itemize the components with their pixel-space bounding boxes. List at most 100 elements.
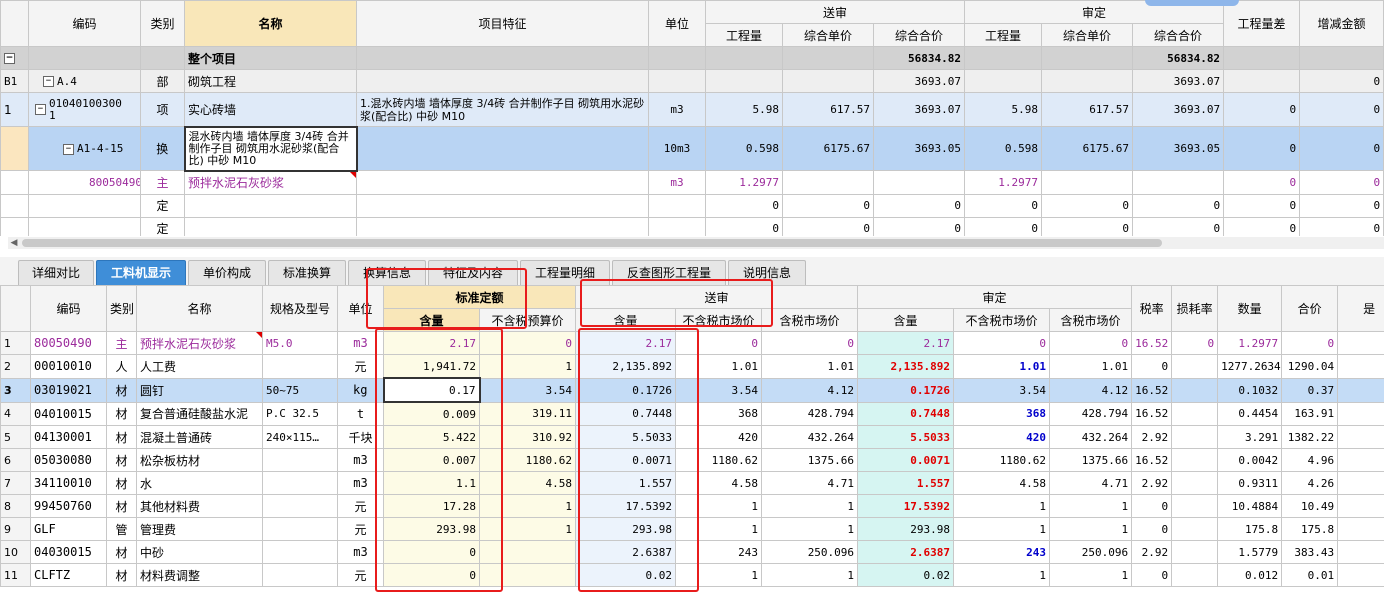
cell-send-ex-tax[interactable]: 368 — [675, 401, 763, 426]
cell-extra[interactable] — [1337, 354, 1384, 379]
cell-send-content[interactable]: 293.98 — [575, 517, 677, 541]
cell-amount-diff[interactable]: 0 — [1299, 92, 1384, 127]
cell-unit[interactable]: t — [337, 401, 384, 426]
cell-total[interactable]: 4.96 — [1281, 448, 1339, 472]
cell-unit[interactable]: 10m3 — [648, 126, 706, 171]
cell-send-content[interactable]: 2,135.892 — [575, 354, 677, 379]
cell-name[interactable]: 管理费 — [136, 517, 263, 541]
table-row[interactable]: 定 0 0 0 0 0 0 0 0 — [0, 216, 1384, 236]
cell-type[interactable]: 换 — [140, 126, 185, 171]
cell-send-qty[interactable]: 0 — [705, 216, 783, 236]
cell-send-ex-tax[interactable]: 3.54 — [675, 377, 763, 403]
cell-type[interactable]: 材 — [106, 377, 137, 403]
cell-quantity[interactable]: 0.012 — [1217, 563, 1283, 587]
cell-audit-in-tax[interactable]: 432.264 — [1049, 425, 1133, 449]
table-row[interactable]: B1 − A.4 部 砌筑工程 3693.07 3693.07 0 — [0, 69, 1384, 93]
cell-audit-ex-tax[interactable]: 3.54 — [953, 377, 1051, 403]
table-row[interactable]: 定 0 0 0 0 0 0 0 0 — [0, 193, 1384, 218]
cell-send-ex-tax[interactable]: 1 — [675, 563, 763, 587]
cell-total[interactable]: 163.91 — [1281, 401, 1339, 426]
col-feature[interactable]: 项目特征 — [356, 0, 649, 47]
cell-audit-in-tax[interactable]: 1.01 — [1049, 354, 1133, 379]
collapse-icon[interactable]: − — [63, 143, 74, 155]
cell-amount-diff[interactable]: 0 — [1299, 193, 1384, 218]
cell-spec[interactable] — [262, 354, 338, 379]
cell-send-unit-price[interactable]: 617.57 — [782, 92, 874, 127]
col-send-in-tax[interactable]: 含税市场价 — [761, 308, 859, 332]
cell-spec[interactable] — [262, 517, 338, 541]
col-audit-qty[interactable]: 工程量 — [964, 23, 1043, 47]
cell-send-ex-tax[interactable]: 1.01 — [675, 354, 763, 379]
cell-type[interactable]: 人 — [106, 354, 137, 379]
scroll-left-icon[interactable]: ◀ — [8, 237, 20, 249]
col-audit-content[interactable]: 含量 — [857, 308, 955, 332]
cell-type[interactable]: 定 — [140, 193, 185, 218]
cell-audit-ex-tax[interactable]: 420 — [953, 425, 1051, 449]
cell-code[interactable]: − A1-4-15 — [28, 126, 141, 171]
cell-send-total[interactable]: 56834.82 — [872, 46, 966, 70]
col-amount-diff[interactable]: 增减金额 — [1299, 0, 1384, 47]
cell-send-total[interactable]: 3693.07 — [872, 92, 966, 127]
cell-std-content[interactable]: 0 — [383, 540, 480, 564]
cell-qty-diff[interactable]: 0 — [1223, 193, 1301, 218]
cell-send-content[interactable]: 2.17 — [575, 331, 677, 355]
cell-tax-rate[interactable]: 0 — [1131, 563, 1173, 587]
cell-audit-content[interactable]: 2.6387 — [857, 540, 955, 564]
cell-audit-total[interactable]: 0 — [1132, 216, 1225, 236]
cell-audit-in-tax[interactable]: 250.096 — [1049, 540, 1133, 564]
cell-extra[interactable] — [1337, 377, 1384, 403]
scrollbar-thumb[interactable] — [22, 239, 1162, 247]
cell-type[interactable]: 部 — [140, 69, 185, 93]
cell-audit-content[interactable]: 5.5033 — [857, 425, 955, 449]
table-row[interactable]: 2 00010010 人人工费元 1,941.72 1 2,135.892 1.01 1.01… — [0, 354, 1384, 379]
table-row[interactable]: 9 GLF 管管理费元 293.98 1 293.98 1 1 293.98 1 1 0 175.8 17… — [0, 517, 1384, 541]
cell-send-ex-tax[interactable]: 0 — [675, 331, 763, 355]
cell-code[interactable]: 04010015 — [30, 401, 107, 426]
col-type[interactable]: 类别 — [106, 285, 137, 332]
cell-audit-content[interactable]: 293.98 — [857, 517, 955, 541]
cell-audit-unit-price[interactable]: 617.57 — [1041, 92, 1134, 127]
col-std-price[interactable]: 不含税预算价 — [478, 308, 577, 332]
cell-type[interactable]: 主 — [140, 170, 185, 195]
cell-audit-total[interactable]: 3693.07 — [1132, 69, 1225, 93]
cell-type[interactable]: 材 — [106, 401, 137, 426]
cell-unit[interactable]: 元 — [337, 563, 384, 587]
cell-send-total[interactable]: 3693.05 — [872, 126, 966, 171]
table-row[interactable]: 5 04130001 材混凝土普通砖 240×115… 千块 5.422 310.92 5.5… — [0, 425, 1384, 449]
cell-audit-content[interactable]: 17.5392 — [857, 494, 955, 518]
cell-total[interactable]: 1290.04 — [1281, 354, 1339, 379]
cell-spec[interactable] — [262, 471, 338, 495]
cell-quantity[interactable]: 0.1032 — [1217, 377, 1283, 403]
cell-code[interactable]: 04030015 — [30, 540, 107, 564]
table-row[interactable]: 1 −01040100300 1 项 实心砖墙 1.混水砖内墙 墙体厚度 3/4… — [0, 92, 1384, 127]
cell-quantity[interactable]: 1.2977 — [1217, 331, 1283, 355]
cell-extra[interactable] — [1337, 471, 1384, 495]
cell-send-qty[interactable]: 5.98 — [705, 92, 783, 127]
cell-send-ex-tax[interactable]: 1180.62 — [675, 448, 763, 472]
cell-type[interactable]: 材 — [106, 540, 137, 564]
cell-std-price[interactable]: 1180.62 — [478, 448, 577, 472]
cell-unit[interactable]: 元 — [337, 354, 384, 379]
cell-audit-content[interactable]: 2.17 — [857, 331, 955, 355]
cell-quantity[interactable]: 175.8 — [1217, 517, 1283, 541]
cell-send-in-tax[interactable]: 1 — [761, 563, 859, 587]
cell-audit-content[interactable]: 0.1726 — [857, 377, 955, 403]
cell-type[interactable]: 项 — [140, 92, 185, 127]
cell-tax-rate[interactable]: 0 — [1131, 517, 1173, 541]
col-send-ex-tax[interactable]: 不含税市场价 — [675, 308, 763, 332]
cell-name[interactable]: 水 — [136, 471, 263, 495]
cell-tax-rate[interactable]: 2.92 — [1131, 471, 1173, 495]
col-unit[interactable]: 单位 — [648, 0, 706, 47]
cell-audit-total[interactable]: 56834.82 — [1132, 46, 1225, 70]
cell-std-price[interactable]: 1 — [478, 354, 577, 379]
cell-send-in-tax[interactable]: 1 — [761, 494, 859, 518]
cell-code[interactable]: 80050490 — [30, 331, 107, 355]
cell-spec[interactable] — [262, 448, 338, 472]
cell-total[interactable]: 175.8 — [1281, 517, 1339, 541]
cell-send-content[interactable]: 2.6387 — [575, 540, 677, 564]
col-code[interactable]: 编码 — [28, 0, 141, 47]
collapse-icon[interactable]: − — [35, 103, 46, 115]
cell-name[interactable]: 预拌水泥石灰砂浆 — [136, 331, 263, 355]
cell-qty-diff[interactable]: 0 — [1223, 216, 1301, 236]
cell-audit-content[interactable]: 0.0071 — [857, 448, 955, 472]
